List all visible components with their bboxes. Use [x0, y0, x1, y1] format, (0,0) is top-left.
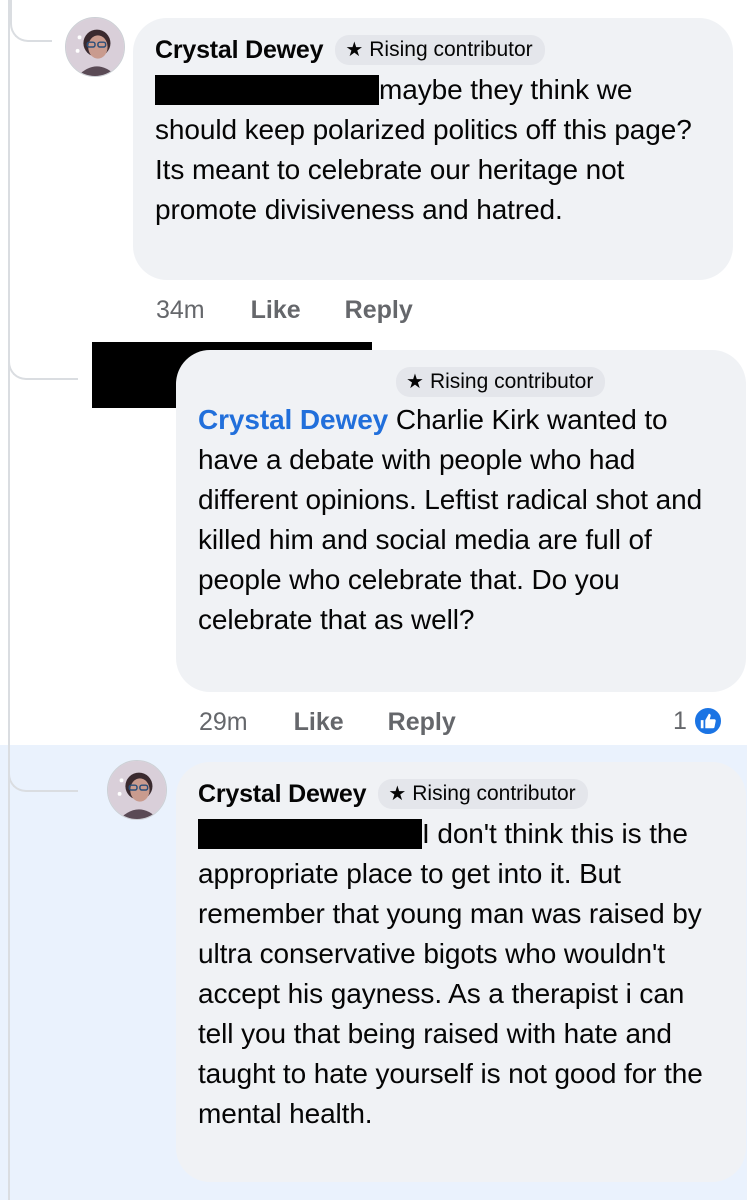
- avatar[interactable]: [65, 17, 125, 77]
- avatar-image: [108, 761, 166, 819]
- reaction-count[interactable]: 1: [673, 706, 723, 736]
- thread-line-curve: [8, 340, 78, 380]
- avatar-image: [66, 18, 124, 76]
- like-thumb-icon: [692, 706, 723, 736]
- star-icon: ★: [388, 783, 407, 805]
- comment-actions: 34m Like Reply: [156, 296, 457, 325]
- star-icon: ★: [406, 371, 424, 393]
- comment-text: Crystal Dewey Charlie Kirk wanted to hav…: [198, 404, 703, 635]
- comment-actions: 29m Like Reply: [199, 708, 500, 737]
- contributor-badge: ★ Rising contributor: [378, 779, 588, 809]
- comment-thread: Crystal Dewey ★ Rising contributor maybe…: [0, 0, 747, 1200]
- timestamp[interactable]: 29m: [199, 708, 248, 737]
- like-button[interactable]: Like: [294, 708, 344, 737]
- badge-label: Rising contributor: [429, 370, 594, 393]
- reaction-number: 1: [673, 706, 687, 735]
- timestamp[interactable]: 34m: [156, 296, 205, 325]
- comment-bubble: Crystal Dewey ★ Rising contributor maybe…: [133, 18, 733, 280]
- comment-text: I don't think this is the appropriate pl…: [198, 818, 703, 1129]
- thread-line-curve: [10, 0, 52, 42]
- like-button[interactable]: Like: [251, 296, 301, 325]
- mention-link[interactable]: Crystal Dewey: [198, 404, 388, 435]
- redacted-mention: [198, 819, 422, 849]
- thread-line-curve: [8, 752, 78, 792]
- badge-label: Rising contributor: [369, 38, 533, 61]
- author-name[interactable]: Crystal Dewey: [155, 36, 324, 65]
- comment-bubble: ★ Rising contributor Crystal Dewey Charl…: [176, 350, 746, 692]
- contributor-badge: ★ Rising contributor: [335, 35, 545, 65]
- avatar[interactable]: [107, 760, 167, 820]
- redacted-mention: [155, 75, 379, 105]
- reply-button[interactable]: Reply: [345, 296, 413, 325]
- comment-bubble: Crystal Dewey ★ Rising contributor I don…: [176, 762, 746, 1182]
- author-name[interactable]: Crystal Dewey: [198, 780, 367, 809]
- contributor-badge: ★ Rising contributor: [396, 367, 606, 397]
- comment-text: maybe they think we should keep polarize…: [155, 74, 692, 225]
- thread-line: [8, 0, 10, 1200]
- reply-button[interactable]: Reply: [388, 708, 456, 737]
- star-icon: ★: [345, 39, 364, 61]
- badge-label: Rising contributor: [412, 782, 576, 805]
